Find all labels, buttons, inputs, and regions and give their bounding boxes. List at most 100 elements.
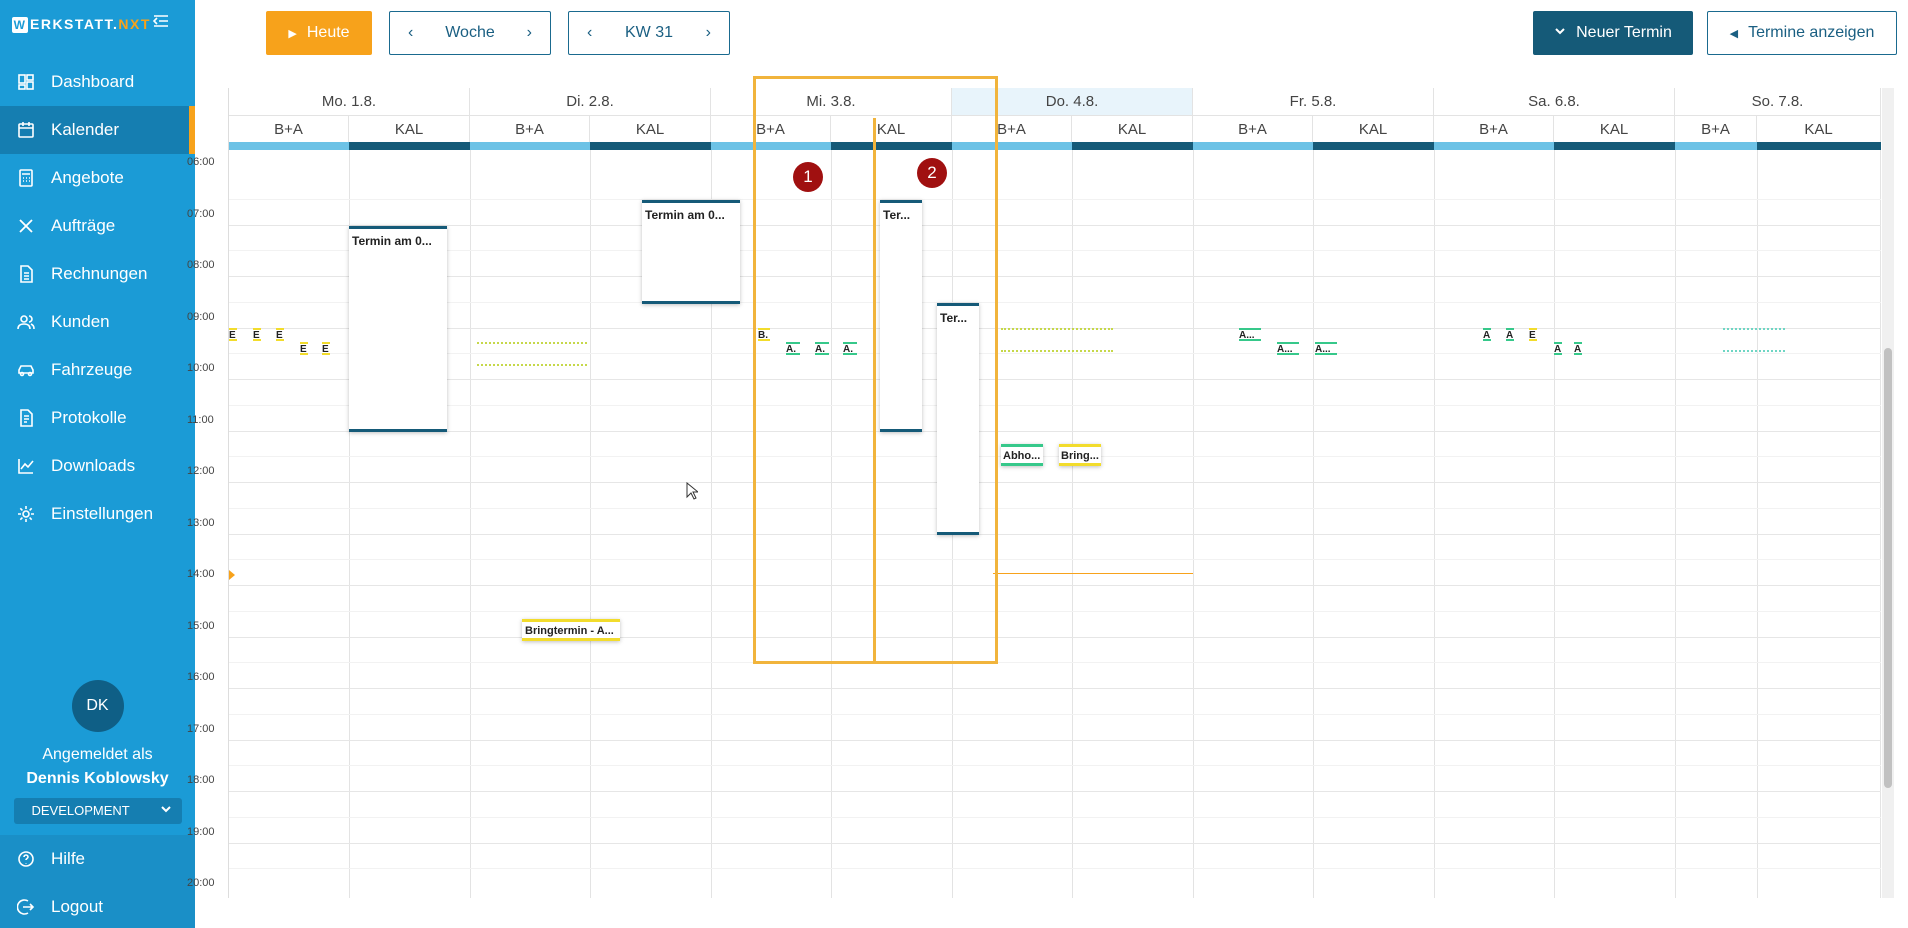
sidebar-item-rechnungen[interactable]: Rechnungen	[0, 250, 195, 298]
appointment-mini[interactable]: A	[1554, 342, 1562, 355]
appointment-stack[interactable]	[1001, 328, 1113, 330]
annotation-marker: 1	[793, 162, 823, 192]
today-button[interactable]: ▶ Heute	[266, 11, 372, 55]
view-switcher[interactable]: ‹ Woche ›	[389, 11, 551, 55]
calendar-scrollbar[interactable]	[1882, 88, 1894, 898]
week-calendar: Mo. 1.8. Di. 2.8. Mi. 3.8. Do. 4.8. Fr. …	[187, 76, 1881, 898]
appointment-stack[interactable]	[1001, 350, 1113, 352]
sidebar-item-hilfe[interactable]: Hilfe	[0, 835, 195, 883]
appointment-stack[interactable]	[477, 364, 587, 366]
grid-row-line	[229, 585, 1881, 586]
grid-row-line	[229, 276, 1881, 277]
appointment-stack[interactable]	[477, 342, 587, 344]
appointment-mini[interactable]: E	[300, 342, 308, 355]
sidebar-item-dashboard[interactable]: Dashboard	[0, 58, 195, 106]
sidebar-item-angebote[interactable]: Angebote	[0, 154, 195, 202]
resource-bar-kal	[349, 142, 470, 150]
appointment-mini[interactable]: A...	[1277, 342, 1299, 355]
appointment-mini[interactable]: A...	[1315, 342, 1337, 355]
resource-header: B+A	[229, 115, 349, 142]
grid-row-line	[229, 431, 1881, 432]
resource-bar-kal	[1554, 142, 1675, 150]
appointment[interactable]: Termin am 0...	[349, 226, 447, 432]
sidebar-item-kunden[interactable]: Kunden	[0, 298, 195, 346]
resource-bar-ba	[1675, 142, 1757, 150]
grid-row-line	[229, 250, 1881, 251]
grid-row-line	[229, 688, 1881, 689]
collapse-sidebar-icon[interactable]	[152, 12, 170, 36]
resource-bar-ba	[1193, 142, 1313, 150]
appointment-mini[interactable]: A	[1574, 342, 1582, 355]
sidebar-item-label: Einstellungen	[51, 504, 154, 523]
calculator-icon	[16, 168, 36, 188]
logout-icon	[16, 897, 36, 917]
highlight-divider	[873, 118, 876, 664]
sidebar-item-label: Protokolle	[51, 408, 127, 427]
appointment-mini[interactable]: A...	[1239, 328, 1261, 341]
user-name: Dennis Koblowsky	[26, 770, 169, 787]
hour-label: 16:00	[187, 671, 215, 683]
hour-label: 19:00	[187, 826, 215, 838]
grid-row-line	[229, 765, 1881, 766]
grid-row-line	[229, 456, 1881, 457]
appointment[interactable]: Bring...	[1059, 444, 1101, 466]
user-panel: DK Angemeldet als Dennis Koblowsky DEVEL…	[0, 680, 195, 824]
new-appointment-button[interactable]: Neuer Termin	[1533, 11, 1693, 55]
dashboard-icon	[16, 72, 36, 92]
sidebar-item-logout[interactable]: Logout	[0, 883, 195, 928]
day-header[interactable]: So. 7.8.	[1675, 88, 1881, 115]
appointment[interactable]: Termin am 0...	[642, 200, 740, 304]
grid-column-line	[1554, 150, 1555, 898]
sidebar-item-kalender[interactable]: Kalender	[0, 106, 195, 154]
resource-header: KAL	[590, 115, 711, 142]
resource-header: B+A	[1434, 115, 1554, 142]
grid-column-line	[1880, 150, 1881, 898]
resource-header: KAL	[1072, 115, 1193, 142]
hour-label: 13:00	[187, 517, 215, 529]
sidebar-item-label: Hilfe	[51, 849, 86, 868]
hour-label: 12:00	[187, 465, 215, 477]
sidebar-item-auftraege[interactable]: Aufträge	[0, 202, 195, 250]
appointment-stack[interactable]	[1723, 350, 1785, 352]
resource-header: B+A	[1675, 115, 1757, 142]
chevron-down-icon	[1554, 24, 1566, 42]
appointment-mini[interactable]: A	[1483, 328, 1491, 341]
logo[interactable]: W ERKSTATT.NXT	[12, 16, 151, 33]
scrollbar-thumb[interactable]	[1884, 348, 1892, 788]
appointment-mini[interactable]: E	[322, 342, 330, 355]
appointment-mini[interactable]: E	[229, 328, 237, 341]
environment-select[interactable]: DEVELOPMENT	[13, 798, 182, 824]
appointment-mini[interactable]: A	[1506, 328, 1514, 341]
appointment-stack[interactable]	[1723, 328, 1785, 330]
appointment-mini[interactable]: E	[276, 328, 284, 341]
grid-row-line	[229, 740, 1881, 741]
appointment[interactable]: Abho...	[1001, 444, 1043, 466]
sidebar-item-downloads[interactable]: Downloads	[0, 442, 195, 490]
hour-label: 20:00	[187, 877, 215, 889]
hour-label: 06:00	[187, 156, 215, 168]
day-header[interactable]: Mo. 1.8.	[229, 88, 470, 115]
current-time-line	[993, 573, 1193, 574]
resource-header: KAL	[1554, 115, 1675, 142]
week-switcher[interactable]: ‹ KW 31 ›	[568, 11, 730, 55]
sidebar-item-label: Kunden	[51, 312, 110, 331]
sidebar-item-protokolle[interactable]: Protokolle	[0, 394, 195, 442]
day-header[interactable]: Di. 2.8.	[470, 88, 711, 115]
chevron-right-icon[interactable]: ›	[527, 24, 532, 42]
chevron-left-icon[interactable]: ‹	[587, 24, 592, 42]
sidebar-item-label: Downloads	[51, 456, 136, 475]
appointment-mini[interactable]: E	[1529, 328, 1537, 341]
day-header[interactable]: Fr. 5.8.	[1193, 88, 1434, 115]
day-header[interactable]: Sa. 6.8.	[1434, 88, 1675, 115]
avatar[interactable]: DK	[71, 680, 124, 732]
appointment[interactable]: Bringtermin - A...	[522, 619, 620, 641]
sidebar-item-label: Aufträge	[51, 216, 116, 235]
show-appointments-button[interactable]: ◀ Termine anzeigen	[1707, 11, 1897, 55]
logo-mark: W	[12, 17, 28, 33]
chevron-left-icon[interactable]: ‹	[408, 24, 413, 42]
appointment-mini[interactable]: E	[253, 328, 261, 341]
sidebar-item-fahrzeuge[interactable]: Fahrzeuge	[0, 346, 195, 394]
chevron-right-icon[interactable]: ›	[706, 24, 711, 42]
grid-row-line	[229, 843, 1881, 844]
sidebar-item-einstellungen[interactable]: Einstellungen	[0, 490, 195, 538]
